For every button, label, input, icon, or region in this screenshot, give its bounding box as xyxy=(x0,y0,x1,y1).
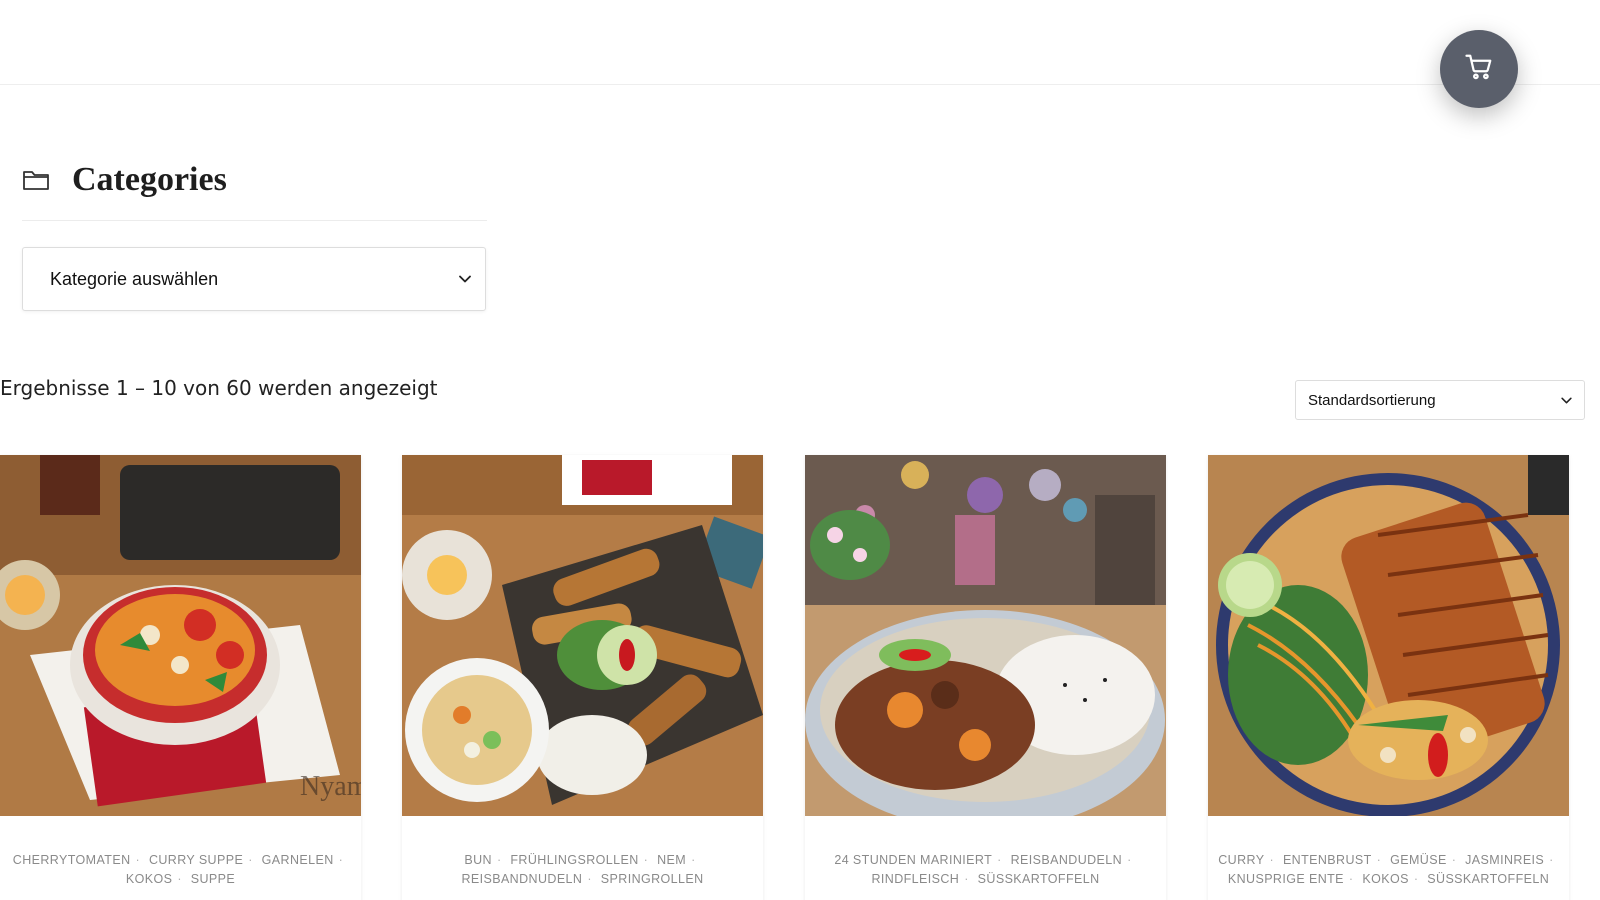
categories-widget: Categories xyxy=(22,150,487,221)
chevron-down-icon xyxy=(459,270,471,288)
sort-select[interactable]: Standardsortierung xyxy=(1295,380,1585,420)
result-count: Ergebnisse 1 – 10 von 60 werden angezeig… xyxy=(0,376,438,400)
product-tag[interactable]: Curry Suppe xyxy=(149,853,243,867)
product-image[interactable] xyxy=(805,455,1166,816)
product-image[interactable] xyxy=(1208,455,1569,816)
product-tag[interactable]: Entenbrust xyxy=(1283,853,1372,867)
product-tags: Bun · Frühlingsrollen · Nem · Reisbandnudel… xyxy=(461,853,704,886)
product-tag[interactable]: Kokos xyxy=(126,872,172,886)
product-tags: 24 Stunden mariniert · Reisbandudeln · Rin… xyxy=(834,853,1132,886)
categories-title: Categories xyxy=(72,161,227,198)
category-select[interactable]: Kategorie auswählen xyxy=(22,247,486,311)
product-card[interactable]: Curry · Entenbrust · Gemüse · Jasminreis · K… xyxy=(1208,455,1569,900)
product-tag[interactable]: Reisbandnudeln xyxy=(461,872,582,886)
widget-divider xyxy=(22,220,487,221)
product-tag[interactable]: Cherrytomaten xyxy=(13,853,131,867)
product-tag[interactable]: Gemüse xyxy=(1390,853,1447,867)
product-card[interactable]: Bun · Frühlingsrollen · Nem · Reisbandnudel… xyxy=(402,455,763,900)
product-tag[interactable]: Reisbandudeln xyxy=(1011,853,1122,867)
product-tag[interactable]: Süsskartoffeln xyxy=(1427,872,1549,886)
product-tag[interactable]: 24 Stunden mariniert xyxy=(834,853,992,867)
product-tag[interactable]: Garnelen xyxy=(262,853,334,867)
categories-header: Categories xyxy=(22,150,487,210)
product-tag[interactable]: Knusprige Ente xyxy=(1228,872,1344,886)
product-tag[interactable]: Süsskartoffeln xyxy=(978,872,1100,886)
product-tag[interactable]: Kokos xyxy=(1362,872,1408,886)
product-tag[interactable]: Curry xyxy=(1218,853,1264,867)
product-tag[interactable]: Springrollen xyxy=(601,872,704,886)
product-tags: Curry · Entenbrust · Gemüse · Jasminreis · K… xyxy=(1218,853,1554,886)
product-tag[interactable]: Rindfleisch xyxy=(871,872,959,886)
product-image[interactable] xyxy=(402,455,763,816)
watermark-text: Nyam xyxy=(300,771,361,802)
header-divider xyxy=(0,84,1600,85)
product-tag[interactable]: Nem xyxy=(657,853,686,867)
product-tag[interactable]: Bun xyxy=(464,853,492,867)
sort-select-value: Standardsortierung xyxy=(1308,391,1436,409)
folder-icon xyxy=(22,165,52,195)
product-card[interactable]: Nyam Cherrytomaten · Curry Suppe · Garnele… xyxy=(0,455,361,900)
product-card[interactable]: 24 Stunden mariniert · Reisbandudeln · Rin… xyxy=(805,455,1166,900)
product-image[interactable]: Nyam xyxy=(0,455,361,816)
cart-button[interactable] xyxy=(1440,30,1518,108)
chevron-down-icon xyxy=(1561,391,1572,409)
category-select-value: Kategorie auswählen xyxy=(50,268,219,289)
cart-icon xyxy=(1464,52,1494,87)
product-tags: Cherrytomaten · Curry Suppe · Garnelen · Ko… xyxy=(12,853,344,886)
product-tag[interactable]: Jasminreis xyxy=(1465,853,1544,867)
shop-page: Categories Kategorie auswählen Ergebniss… xyxy=(0,0,1600,900)
product-tag[interactable]: Suppe xyxy=(191,872,235,886)
product-tag[interactable]: Frühlingsrollen xyxy=(510,853,638,867)
